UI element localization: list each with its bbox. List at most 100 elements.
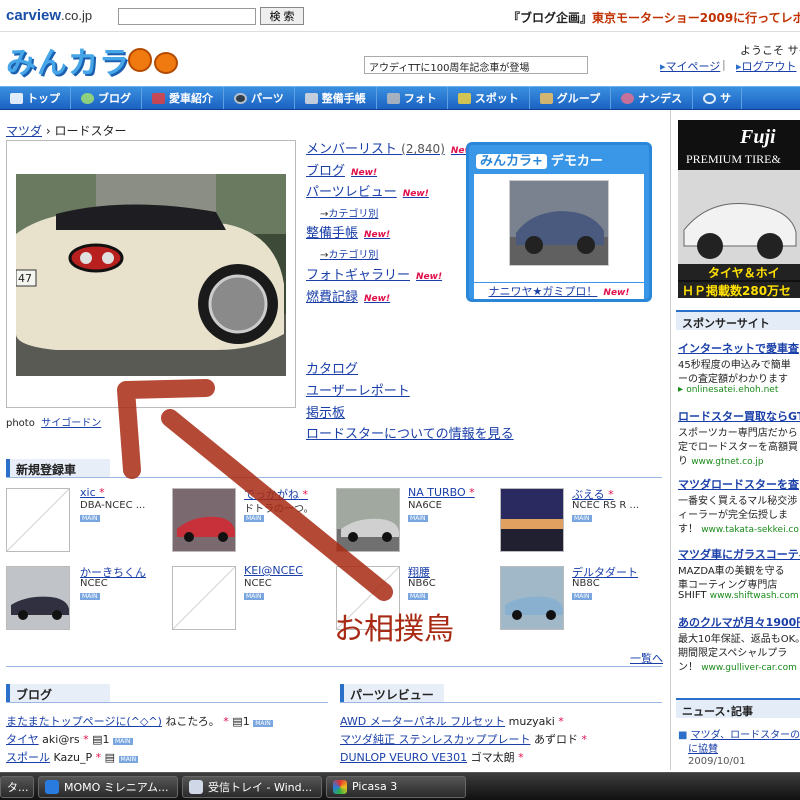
parts-category-link[interactable]: →カテゴリ別 xyxy=(320,205,378,220)
registered-more-link[interactable]: 一覧へ xyxy=(630,650,663,666)
main-car-photo[interactable]: 47 xyxy=(16,174,286,376)
car-photo-icon xyxy=(173,489,235,551)
nav-label: グループ xyxy=(556,92,601,105)
taskbar-label: Picasa 3 xyxy=(352,780,398,793)
blog-row-title[interactable]: またまたトップページに(^◇^) xyxy=(6,715,162,728)
blog-row: タイヤ aki@rs * ▤1 MAIN xyxy=(6,731,133,747)
registered-model: DBA-NCEC ... xyxy=(80,500,146,511)
taskbar-item[interactable]: タ... xyxy=(0,775,34,798)
main-nav: トップ ブログ 愛車紹介 パーツ 整備手帳 フォト スポット グループ ナンデス… xyxy=(0,86,800,110)
taskbar-item[interactable]: 受信トレイ - Wind... xyxy=(182,775,322,798)
sponsor-title[interactable]: ロードスター買取ならGT xyxy=(678,408,800,424)
registered-thumb[interactable] xyxy=(500,488,564,552)
demo-car-caption[interactable]: ナニワヤ★ガミプロ！ New! xyxy=(474,283,644,299)
nav-item-blog[interactable]: ブログ xyxy=(71,87,142,109)
carview-logo-suffix: .co.jp xyxy=(61,8,93,23)
sponsor-desc: スポーツカー専門店だから xyxy=(678,428,798,439)
registered-model: ドトラの一つ。 xyxy=(244,504,314,515)
sponsor-url[interactable]: onlinesatei.ehoh.net xyxy=(686,385,778,395)
blog-row-user: ねこたろ。 xyxy=(165,715,220,728)
sponsor-url[interactable]: www.gulliver-car.com xyxy=(701,663,797,673)
news-ticker[interactable]: アウディTTに100周年記念車が登場 xyxy=(364,56,588,74)
catalog-link[interactable]: カタログ xyxy=(306,358,358,377)
user-report-link[interactable]: ユーザーレポート xyxy=(306,380,410,399)
nav-item-top[interactable]: トップ xyxy=(0,87,71,109)
arrow-bullet-icon: ▸ xyxy=(678,384,687,395)
registered-user-name[interactable]: xic * xyxy=(80,486,105,499)
parts-row-title[interactable]: AWD メーターパネル フルセット xyxy=(340,715,505,728)
sponsor-url[interactable]: www.takata-sekkei.co xyxy=(701,525,799,535)
sponsor-title[interactable]: インターネットで愛車査 xyxy=(678,340,799,356)
registered-user-name[interactable]: KEI@NCEC xyxy=(244,564,303,577)
breadcrumb-model: ロードスター xyxy=(54,124,127,138)
parts-row-title[interactable]: マツダ純正 ステンレスカッププレート xyxy=(340,733,531,746)
blog-link[interactable]: ブログ New! xyxy=(306,160,377,179)
sponsor-url[interactable]: www.gtnet.co.jp xyxy=(691,457,763,467)
main-tag: MAIN xyxy=(80,593,100,600)
parts-heading: パーツレビュー xyxy=(340,684,444,702)
ad-line1: タイヤ＆ホイ xyxy=(678,264,800,280)
sponsor-title[interactable]: マツダロードスターを査 xyxy=(678,476,799,492)
demo-car-photo-icon xyxy=(510,181,608,265)
bbs-link[interactable]: 掲示板 xyxy=(306,402,345,421)
news-title-cont[interactable]: に協賛 xyxy=(688,740,718,755)
sponsor-desc: 45秒程度の申込みで簡単 xyxy=(678,360,791,371)
new-badge: New! xyxy=(351,168,378,178)
carview-logo[interactable]: carview.co.jp xyxy=(6,7,92,24)
nav-item-spot[interactable]: スポット xyxy=(448,87,530,109)
mypage-link[interactable]: ▸マイページ xyxy=(660,58,720,74)
sponsor-title[interactable]: あのクルマが月々1900円 xyxy=(678,614,800,630)
photo-credit-label: photo xyxy=(6,418,35,429)
os-taskbar: タ... MOMO ミレニアム... 受信トレイ - Wind... Picas… xyxy=(0,772,800,800)
photo-credit-user[interactable]: サイゴードン xyxy=(41,418,101,429)
nav-item-parts[interactable]: パーツ xyxy=(224,87,295,109)
ad-tagline: PREMIUM TIRE& xyxy=(686,152,781,166)
nav-item-photo[interactable]: フォト xyxy=(377,87,448,109)
registered-user-name[interactable]: NA TURBO * xyxy=(408,486,475,499)
breadcrumb-maker[interactable]: マツダ xyxy=(6,124,42,138)
sponsor-url[interactable]: www.shiftwash.com xyxy=(710,591,799,601)
blog-row: またまたトップページに(^◇^) ねこたろ。 * ▤1 MAIN xyxy=(6,713,273,729)
taskbar-item[interactable]: Picasa 3 xyxy=(326,775,466,798)
parts-review-link[interactable]: パーツレビュー New! xyxy=(306,181,429,200)
maintenance-category-link[interactable]: →カテゴリ別 xyxy=(320,246,378,261)
sponsor-desc: 一番安く買えるマル秘交渉 xyxy=(678,496,798,507)
member-list-link[interactable]: メンバーリスト (2,840) New! xyxy=(306,138,477,157)
demo-car-photo[interactable] xyxy=(509,180,609,266)
nav-item-group[interactable]: グループ xyxy=(530,87,612,109)
comment-icon: ▤ xyxy=(104,751,116,764)
photo-gallery-link[interactable]: フォトギャラリー New! xyxy=(306,264,442,283)
demo-caption-link[interactable]: ナニワヤ★ガミプロ！ xyxy=(489,285,598,298)
sponsor-title[interactable]: マツダ車にガラスコーティ xyxy=(678,546,800,562)
nav-item-search[interactable]: サ xyxy=(693,87,743,109)
top-search-button[interactable]: 検 索 xyxy=(260,7,304,25)
registered-thumb[interactable] xyxy=(336,488,400,552)
nav-item-car[interactable]: 愛車紹介 xyxy=(142,87,224,109)
nav-item-maintenance[interactable]: 整備手帳 xyxy=(295,87,377,109)
comment-icon: ▤ xyxy=(92,733,103,746)
logout-link[interactable]: ▸ログアウト xyxy=(736,58,797,74)
registered-thumb[interactable] xyxy=(500,566,564,630)
top-headline[interactable]: 『ブログ企画』東京モーターショー2009に行ってレポートを xyxy=(508,9,800,26)
blog-row: スポール Kazu_P * ▤ MAIN xyxy=(6,749,139,765)
sponsor-url-row: す！ www.takata-sekkei.co xyxy=(678,520,799,535)
taskbar-item[interactable]: MOMO ミレニアム... xyxy=(38,775,178,798)
more-info-link[interactable]: ロードスターについての情報を見る xyxy=(306,423,514,442)
registered-thumb[interactable] xyxy=(172,488,236,552)
maintenance-link[interactable]: 整備手帳 New! xyxy=(306,222,390,241)
parts-row-title[interactable]: DUNLOP VEURO VE301 xyxy=(340,751,467,764)
main-tag: MAIN xyxy=(80,515,100,522)
registered-thumb[interactable] xyxy=(6,488,70,552)
blog-row-title[interactable]: スポール xyxy=(6,751,50,764)
registered-thumb[interactable] xyxy=(172,566,236,630)
fuel-record-link[interactable]: 燃費記録 New! xyxy=(306,286,390,305)
comment-count: 1 xyxy=(102,733,110,746)
nav-item-nandesu[interactable]: ナンデス xyxy=(611,87,694,109)
star-icon: * xyxy=(578,733,587,746)
headline-prefix: 『ブログ企画』 xyxy=(508,11,593,25)
registered-model: NCEC xyxy=(80,578,108,589)
registered-thumb[interactable] xyxy=(6,566,70,630)
top-search-input[interactable] xyxy=(118,8,256,25)
blog-row-title[interactable]: タイヤ xyxy=(6,733,39,746)
main-tag: MAIN xyxy=(408,515,428,522)
